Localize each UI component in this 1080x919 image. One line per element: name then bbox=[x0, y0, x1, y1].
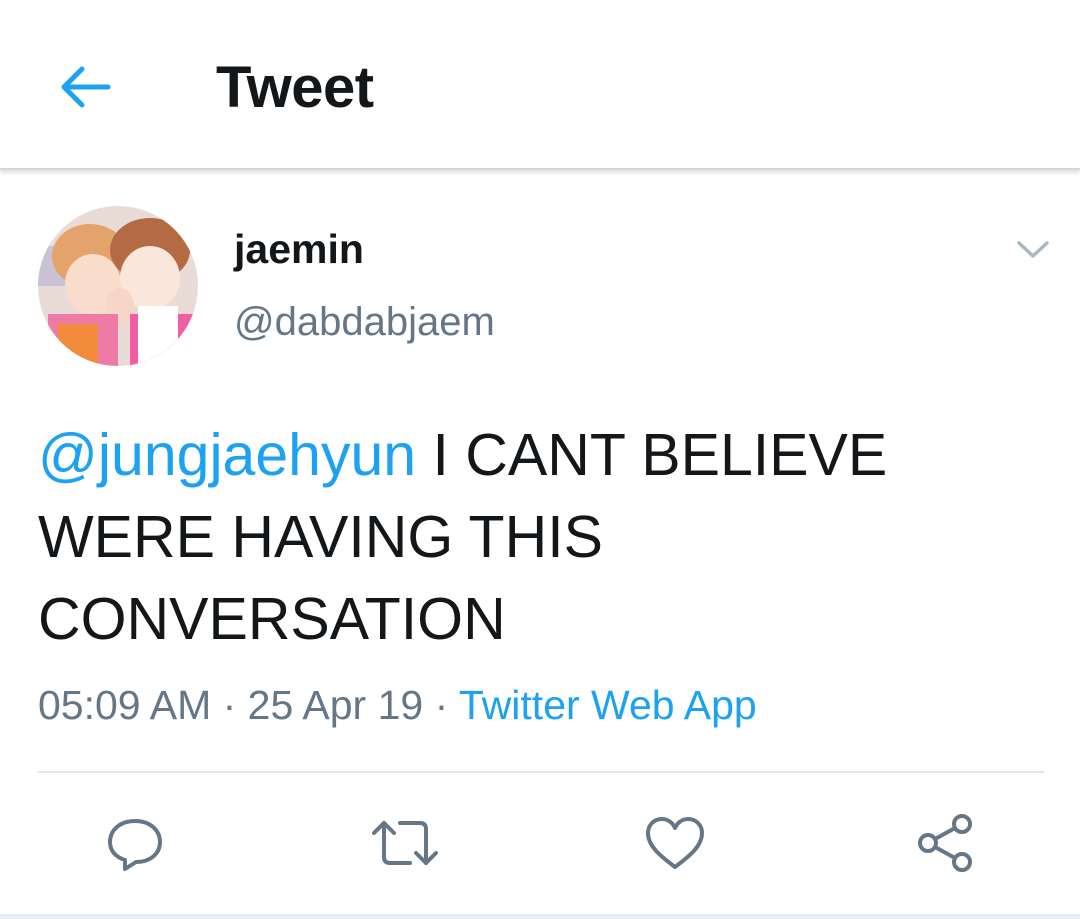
avatar[interactable] bbox=[38, 206, 198, 366]
tweet-meta: 05:09 AM · 25 Apr 19 · Twitter Web App bbox=[38, 682, 757, 729]
meta-separator: · bbox=[211, 682, 248, 728]
chevron-down-icon bbox=[1017, 241, 1049, 258]
tweet-time: 05:09 AM bbox=[38, 682, 212, 728]
meta-separator: · bbox=[423, 682, 459, 728]
bottom-divider bbox=[0, 914, 1080, 919]
retweet-button[interactable] bbox=[370, 808, 440, 878]
reply-icon bbox=[108, 819, 162, 871]
tweet-menu-button[interactable] bbox=[1010, 232, 1056, 268]
author-handle[interactable]: @dabdabjaem bbox=[234, 300, 495, 345]
reply-button[interactable] bbox=[100, 808, 170, 878]
arrow-left-icon bbox=[61, 66, 111, 108]
share-icon bbox=[918, 814, 972, 872]
like-icon bbox=[646, 817, 704, 869]
retweet-icon bbox=[372, 821, 438, 865]
page-title: Tweet bbox=[216, 55, 374, 120]
divider bbox=[38, 771, 1044, 773]
tweet-date: 25 Apr 19 bbox=[247, 682, 424, 728]
tweet-text: @jungjaehyun I CANT BELIEVE WERE HAVING … bbox=[38, 414, 1038, 660]
share-button[interactable] bbox=[910, 808, 980, 878]
back-button[interactable] bbox=[50, 52, 120, 122]
mention-link[interactable]: @jungjaehyun bbox=[38, 422, 416, 488]
top-app-bar: Tweet bbox=[0, 0, 1080, 170]
author-display-name[interactable]: jaemin bbox=[234, 226, 364, 273]
like-button[interactable] bbox=[640, 808, 710, 878]
tweet-source-link[interactable]: Twitter Web App bbox=[459, 682, 757, 728]
